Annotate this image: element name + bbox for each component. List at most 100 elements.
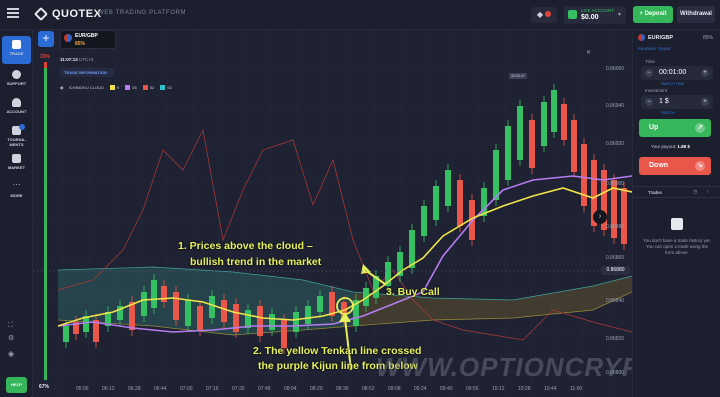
span-swatch-icon [142, 85, 148, 91]
panel-pct: 85% [703, 35, 714, 41]
time-tick: 06:28 [128, 386, 141, 392]
annotation-3: 3. Buy Call [386, 286, 440, 298]
candle-up [445, 170, 451, 206]
play-icon[interactable]: › [593, 210, 607, 224]
candle-down [257, 306, 263, 336]
trades-header: Trades ◷ ‹ [633, 186, 720, 198]
candle-up [421, 206, 427, 236]
close-icon[interactable]: ✕ [586, 49, 591, 56]
trades-title[interactable]: Trades [648, 190, 662, 195]
chikou-swatch-icon [160, 85, 166, 91]
candle-up [541, 102, 547, 146]
badge-icon [19, 124, 25, 130]
time-tick: 06:44 [154, 386, 167, 392]
time-value[interactable]: 00:01:00 [659, 69, 686, 76]
candle-down [621, 188, 627, 244]
tenkan-swatch-icon [109, 85, 115, 91]
sentiment-top: 33% [40, 54, 51, 60]
plus-icon[interactable]: + [701, 98, 709, 106]
candle-up [433, 186, 439, 220]
empty-trades-icon [671, 218, 683, 230]
app-root: QUOTEX WEB TRADING PLATFORM ◆ LIVE ACCOU… [0, 0, 720, 397]
logo-icon [33, 6, 49, 22]
deposit-button[interactable]: + Deposit [633, 6, 673, 23]
time-tick: 08:52 [362, 386, 375, 392]
price-tick: 0.86860 [606, 255, 625, 261]
add-asset-button[interactable]: + [38, 31, 54, 47]
pending-trade-link[interactable]: PENDING TRADE [638, 46, 671, 51]
nav-market[interactable]: MARKET [2, 150, 31, 178]
user-icon [12, 98, 21, 107]
minus-icon[interactable]: − [645, 98, 653, 106]
left-nav: TRADE SUPPORT ACCOUNT TOURNA-MENTS MARKE… [0, 30, 33, 397]
candle-down [529, 120, 535, 168]
fullscreen-icon[interactable]: ⛶ [8, 322, 13, 330]
candle-down [571, 120, 577, 172]
switch-link[interactable]: SWITCH [661, 111, 675, 115]
trade-info-toggle[interactable]: TRADE INFORMATION [60, 68, 114, 77]
candle-up [317, 296, 323, 312]
server-time-value: 11:07:13 [60, 57, 78, 62]
time-tick: 08:36 [336, 386, 349, 392]
annotation-1-line-1: 1. Prices above the cloud – [178, 240, 313, 252]
time-tick: 09:56 [466, 386, 479, 392]
price-tick: 0.86820 [606, 336, 625, 342]
candle-up [185, 300, 191, 326]
balance-label: LIVE ACCOUNT [581, 8, 615, 13]
eye-icon[interactable]: ◉ [60, 85, 64, 90]
time-tick: 07:16 [206, 386, 219, 392]
asset-tab[interactable]: EUR/GBP 85% [60, 30, 116, 49]
investment-field[interactable]: − 1 $ + [641, 95, 713, 109]
nav-more[interactable]: ··· MORE [2, 178, 31, 206]
time-tick: 08:20 [310, 386, 323, 392]
language-icon[interactable]: ◉ [8, 350, 14, 358]
bell-icon: ◆ [536, 10, 544, 19]
candle-down [281, 320, 287, 348]
down-button[interactable]: Down ↘ [639, 157, 711, 175]
history-icon[interactable]: ◷ [693, 189, 697, 195]
candle-up [505, 126, 511, 180]
down-label: Down [649, 162, 669, 169]
kijun-swatch-icon [125, 85, 131, 91]
param-tenkan: 9 [116, 85, 120, 90]
logo: QUOTEX [52, 8, 102, 20]
withdrawal-button[interactable]: Withdrawal [677, 6, 715, 23]
switch-time-link[interactable]: SWITCH TIME [661, 82, 684, 86]
help-button[interactable]: HELP [6, 377, 27, 393]
payout-label: Your payout: [651, 144, 677, 149]
up-button[interactable]: Up ↗ [639, 119, 711, 137]
chevron-left-icon[interactable]: ‹ [707, 189, 709, 195]
nav-tournaments[interactable]: TOURNA-MENTS [2, 122, 31, 150]
time-tick: 08:04 [284, 386, 297, 392]
plus-icon[interactable]: + [701, 69, 709, 77]
arrow-down-icon: ↘ [695, 161, 705, 171]
nav-account[interactable]: ACCOUNT [2, 94, 31, 122]
menu-icon[interactable] [7, 8, 19, 18]
notifications-button[interactable]: ◆ [531, 7, 557, 23]
investment-value[interactable]: 1 $ [659, 98, 669, 105]
chevron-down-icon: ▾ [617, 12, 621, 18]
nav-support[interactable]: SUPPORT [2, 66, 31, 94]
settings-icon[interactable]: ⚙ [8, 334, 14, 342]
price-tick: 0.86840 [606, 298, 625, 304]
time-field[interactable]: − 00:01:00 + [641, 66, 713, 80]
nav-trade[interactable]: TRADE [2, 36, 31, 64]
candle-down [221, 300, 227, 322]
minus-icon[interactable]: − [645, 69, 653, 77]
price-tick: 0.86960 [606, 66, 625, 72]
price-tick: 0.86900 [606, 181, 625, 187]
time-tick: 11:00 [570, 386, 583, 392]
server-time: 11:07:13 UTC+3 [60, 57, 93, 62]
arrow-up-icon: ↗ [695, 123, 705, 133]
candle-down [129, 302, 135, 330]
time-tick: 06:12 [102, 386, 115, 392]
time-tick: 10:28 [518, 386, 531, 392]
chart-icon [12, 40, 21, 49]
candle-up [517, 106, 523, 160]
candle-timer: 00:00:47 [509, 73, 527, 79]
candle-down [561, 104, 567, 140]
indicator-legend[interactable]: ◉ ICHIMOKU CLOUD 9 26 52 52 [60, 84, 172, 92]
time-tick: 05:56 [76, 386, 89, 392]
time-tick: 10:12 [492, 386, 505, 392]
balance-selector[interactable]: LIVE ACCOUNT $0.00 ▾ [564, 6, 626, 24]
